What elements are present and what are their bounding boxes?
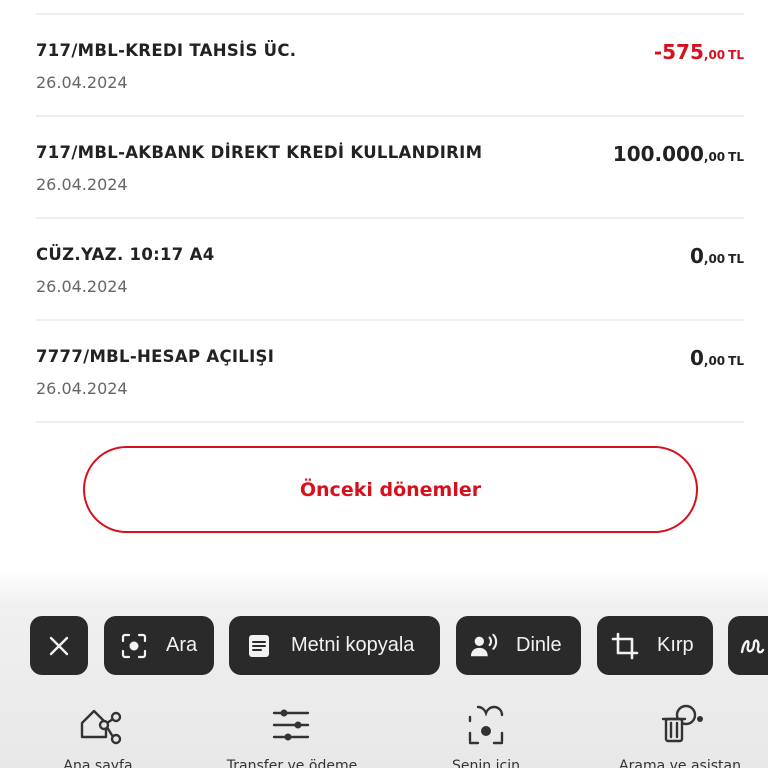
sliders-icon xyxy=(202,700,382,750)
crop-chip-label: Kırp xyxy=(657,634,694,656)
trash-assistant-icon xyxy=(590,700,768,750)
previous-periods-button[interactable]: Önceki dönemler xyxy=(83,446,698,533)
crop-chip[interactable]: Kırp xyxy=(597,616,713,675)
amount-decimal: ,00 xyxy=(703,150,726,164)
amount-decimal: ,00 xyxy=(703,252,726,266)
lens-search-icon xyxy=(120,632,148,660)
amount-currency: TL xyxy=(728,150,744,164)
transaction-amount: 0,00 TL xyxy=(690,346,744,370)
crop-icon xyxy=(611,632,639,660)
listen-chip-label: Dinle xyxy=(516,634,562,656)
search-chip[interactable]: Ara xyxy=(104,616,214,675)
transaction-date: 26.04.2024 xyxy=(36,379,128,398)
lens-action-bar: Ara Metni kopyala Dinle Kırp xyxy=(0,616,768,676)
nav-for-you[interactable]: Senin için xyxy=(396,700,576,768)
transaction-row[interactable]: CÜZ.YAZ. 10:17 A4 26.04.2024 0,00 TL xyxy=(36,219,744,319)
heart-scan-icon xyxy=(396,700,576,750)
amount-integer: 100.000 xyxy=(612,142,704,166)
amount-currency: TL xyxy=(728,252,744,266)
transaction-amount: -575,00 TL xyxy=(654,40,744,64)
amount-decimal: ,00 xyxy=(703,48,726,62)
transaction-row[interactable]: 7777/MBL-HESAP AÇILIŞI 26.04.2024 0,00 TL xyxy=(36,321,744,421)
scribble-icon xyxy=(738,632,766,660)
nav-for-you-label: Senin için xyxy=(452,758,520,768)
transaction-title: 717/MBL-AKBANK DİREKT KREDİ KULLANDIRIM xyxy=(36,143,483,162)
nav-home[interactable]: Ana sayfa xyxy=(8,700,188,768)
transaction-title: 717/MBL-KREDI TAHSİS ÜC. xyxy=(36,41,297,60)
divider xyxy=(36,421,744,423)
copy-text-chip[interactable]: Metni kopyala xyxy=(229,616,440,675)
amount-integer: 0 xyxy=(689,346,704,370)
bottom-navigation: Ana sayfa Transfer ve ödeme Senin için A… xyxy=(0,700,768,768)
amount-currency: TL xyxy=(728,48,744,62)
amount-decimal: ,00 xyxy=(703,354,726,368)
transaction-row[interactable]: 717/MBL-KREDI TAHSİS ÜC. 26.04.2024 -575… xyxy=(36,15,744,115)
transaction-title: 7777/MBL-HESAP AÇILIŞI xyxy=(36,347,275,366)
amount-integer: -575 xyxy=(653,40,704,64)
transaction-date: 26.04.2024 xyxy=(36,175,128,194)
transaction-amount: 0,00 TL xyxy=(690,244,744,268)
transaction-date: 26.04.2024 xyxy=(36,73,128,92)
speaker-person-icon xyxy=(470,632,498,660)
close-button[interactable] xyxy=(30,616,88,675)
home-share-icon xyxy=(8,700,188,750)
nav-search-assistant[interactable]: Arama ve asistan xyxy=(590,700,768,768)
nav-search-assistant-label: Arama ve asistan xyxy=(619,758,741,768)
transaction-list: 717/MBL-KREDI TAHSİS ÜC. 26.04.2024 -575… xyxy=(36,0,744,423)
transaction-amount: 100.000,00 TL xyxy=(613,142,744,166)
copy-text-chip-label: Metni kopyala xyxy=(291,634,415,656)
transaction-date: 26.04.2024 xyxy=(36,277,128,296)
nav-transfer[interactable]: Transfer ve ödeme xyxy=(202,700,382,768)
amount-integer: 0 xyxy=(689,244,704,268)
transaction-row[interactable]: 717/MBL-AKBANK DİREKT KREDİ KULLANDIRIM … xyxy=(36,117,744,217)
transaction-title: CÜZ.YAZ. 10:17 A4 xyxy=(36,245,215,264)
close-icon xyxy=(48,635,70,657)
listen-chip[interactable]: Dinle xyxy=(456,616,581,675)
document-icon xyxy=(245,632,273,660)
search-chip-label: Ara xyxy=(166,634,198,656)
amount-currency: TL xyxy=(728,354,744,368)
draw-chip[interactable] xyxy=(728,616,768,675)
nav-transfer-label: Transfer ve ödeme xyxy=(226,758,358,768)
nav-home-label: Ana sayfa xyxy=(63,758,133,768)
